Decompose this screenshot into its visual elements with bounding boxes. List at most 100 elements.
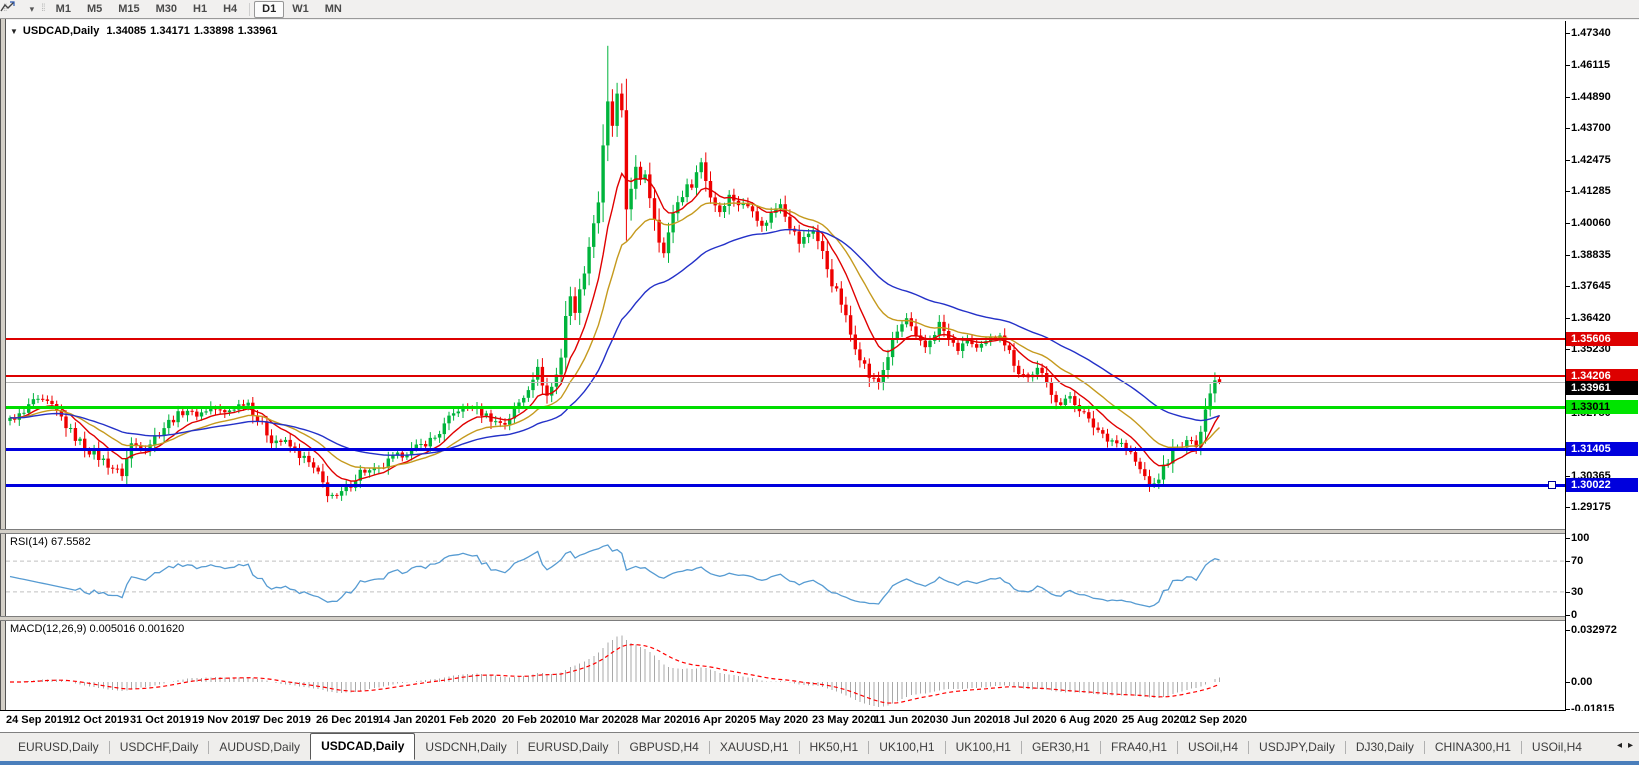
timeframe-toolbar: ⁞⁞ ▾ ⁞⁞ M1 M5 M15 M30 H1 H4 D1 W1 MN (0, 0, 1639, 19)
chart-tab-uk100-h1[interactable]: UK100,H1 (946, 735, 1021, 760)
price-axis-tickmark (1566, 33, 1570, 34)
macd-axis-tickmark (1566, 630, 1570, 631)
rsi-panel[interactable]: RSI(14) 67.5582 (6, 534, 1565, 616)
dropdown-arrow-icon[interactable]: ▾ (30, 4, 35, 15)
chart-tab-uk100-h1[interactable]: UK100,H1 (869, 735, 944, 760)
tab-scroll-arrows: ◂ ▸ (1614, 740, 1636, 751)
date-axis-label: 31 Oct 2019 (130, 714, 192, 726)
chart-tab-eurusd-daily[interactable]: EURUSD,Daily (518, 735, 619, 760)
price-axis-tick: 1.46115 (1571, 58, 1611, 71)
chart-tab-usoil-h4[interactable]: USOil,H4 (1178, 735, 1248, 760)
rsi-axis-tickmark (1566, 591, 1570, 593)
ohlc-open: 1.34085 (106, 25, 147, 37)
tab-scroll-right-button[interactable]: ▸ (1625, 740, 1636, 751)
price-axis[interactable]: 1.47340 1.46115 1.44890 1.43700 1.42475 1.412… (1566, 21, 1639, 715)
chart-tab-audusd-daily[interactable]: AUDUSD,Daily (209, 735, 310, 760)
date-axis-label: 16 Apr 2020 (688, 714, 750, 726)
chart-tab-china300-h1[interactable]: CHINA300,H1 (1425, 735, 1521, 760)
rsi-axis-tick: 100 (1571, 532, 1590, 544)
price-axis-tick: 1.44890 (1571, 90, 1611, 103)
rsi-axis-tick: 70 (1571, 555, 1584, 568)
rsi-axis-tick: 30 (1571, 585, 1584, 598)
current-price-line (6, 382, 1565, 383)
price-level-badge: 1.35606 (1566, 332, 1638, 347)
ohlc-high: 1.34171 (150, 25, 190, 37)
chart-tab-usdcnh-daily[interactable]: USDCNH,Daily (415, 735, 516, 760)
timeframe-button-w1[interactable]: W1 (284, 1, 317, 18)
mt4-chart-window: ⁞⁞ ▾ ⁞⁞ M1 M5 M15 M30 H1 H4 D1 W1 MN ▼ USDCAD,Dai… (0, 0, 1639, 765)
price-axis-tickmark (1566, 64, 1570, 66)
chart-tab-bar: EURUSD,Daily USDCHF,Daily AUDUSD,Daily USDC… (0, 732, 1639, 761)
price-axis-tick: 1.36420 (1571, 312, 1611, 325)
chart-tab-eurusd-daily[interactable]: EURUSD,Daily (8, 735, 109, 760)
price-axis-tickmark (1566, 349, 1570, 351)
chart-tab-hk50-h1[interactable]: HK50,H1 (800, 735, 869, 760)
timeframe-button-m15[interactable]: M15 (110, 1, 147, 18)
horizontal-level-line[interactable] (6, 448, 1565, 451)
date-axis-label: 6 Aug 2020 (1060, 714, 1118, 726)
date-axis-label: 1 Feb 2020 (440, 714, 497, 726)
rsi-axis-tick: 0 (1571, 609, 1578, 621)
macd-axis-tickmark (1566, 709, 1570, 710)
macd-panel[interactable]: MACD(12,26,9) 0.005016 0.001620 (6, 621, 1565, 710)
chart-tab-xauusd-h1[interactable]: XAUUSD,H1 (710, 735, 799, 760)
timeframe-button-h1[interactable]: H1 (185, 1, 215, 18)
chart-tab-usdcad-daily[interactable]: USDCAD,Daily (310, 733, 416, 760)
chart-tab-usoil-h4[interactable]: USOil,H4 (1522, 735, 1592, 760)
horizontal-level-line[interactable] (6, 406, 1565, 409)
date-axis-label: 24 Sep 2019 (6, 714, 69, 726)
chart-tab-ger30-h1[interactable]: GER30,H1 (1022, 735, 1100, 760)
date-axis-label: 26 Dec 2019 (316, 714, 379, 726)
date-axis-label: 18 Jul 2020 (998, 714, 1057, 726)
timeframe-button-d1[interactable]: D1 (254, 0, 285, 18)
toolbar-separator (249, 2, 251, 16)
price-axis-tick: 1.40060 (1571, 217, 1611, 230)
line-handle[interactable] (1548, 481, 1556, 489)
price-axis-tickmark (1566, 128, 1570, 130)
price-axis-tickmark (1566, 286, 1570, 288)
timeframe-buttons: M1 M5 M15 M30 H1 H4 D1 W1 MN (48, 0, 350, 18)
timeframe-button-m5[interactable]: M5 (79, 1, 110, 18)
chart-tab-usdchf-daily[interactable]: USDCHF,Daily (110, 735, 209, 760)
chart-ohlc-header: ▼ USDCAD,Daily 1.34085 1.34171 1.33898 1.339… (10, 25, 281, 37)
date-axis-label: 20 Feb 2020 (502, 714, 565, 726)
ohlc-low: 1.33898 (193, 25, 234, 37)
main-chart-panel[interactable] (6, 21, 1565, 530)
horizontal-level-line[interactable] (6, 375, 1565, 377)
date-axis-label: 10 Mar 2020 (564, 714, 627, 726)
chart-tab-gbpusd-h4[interactable]: GBPUSD,H4 (619, 735, 708, 760)
macd-chart[interactable] (6, 621, 1565, 710)
price-axis-tick: 1.29175 (1571, 501, 1611, 514)
price-axis-tickmark (1566, 507, 1570, 509)
chart-tab-fra40-h1[interactable]: FRA40,H1 (1101, 735, 1177, 760)
date-axis-label: 14 Jan 2020 (378, 714, 440, 726)
toolbar-grip2[interactable]: ⁞⁞ (41, 4, 45, 14)
timeframe-button-m30[interactable]: M30 (148, 1, 185, 18)
macd-label: MACD(12,26,9) 0.005016 0.001620 (10, 623, 185, 635)
date-axis-label: 11 Jun 2020 (874, 714, 936, 726)
current-price-badge: 1.33961 (1566, 381, 1638, 396)
candlestick-chart[interactable] (6, 21, 1565, 529)
price-axis-tickmark (1566, 191, 1570, 193)
rsi-chart[interactable] (6, 534, 1565, 616)
date-axis-label: 12 Sep 2020 (1184, 714, 1247, 726)
date-axis[interactable]: 24 Sep 2019 12 Oct 2019 31 Oct 2019 19 Nov … (0, 711, 1639, 732)
bottom-status-strip (0, 761, 1639, 765)
price-axis-tickmark (1566, 255, 1570, 257)
ohlc-close: 1.33961 (237, 25, 278, 37)
timeframe-button-h4[interactable]: H4 (215, 1, 245, 18)
timeframe-button-m1[interactable]: M1 (48, 1, 79, 18)
date-axis-label: 23 May 2020 (812, 714, 877, 726)
chart-tab-dj30-daily[interactable]: DJ30,Daily (1346, 735, 1424, 760)
chart-tab-usdjpy-daily[interactable]: USDJPY,Daily (1249, 735, 1345, 760)
tab-scroll-left-button[interactable]: ◂ (1614, 740, 1625, 751)
horizontal-level-line[interactable] (6, 338, 1565, 340)
rsi-axis-tickmark (1566, 538, 1570, 539)
chart-mode-icon[interactable] (0, 1, 30, 17)
price-level-badge: 1.30022 (1566, 478, 1638, 493)
timeframe-button-mn[interactable]: MN (317, 1, 350, 18)
horizontal-level-line[interactable] (6, 484, 1565, 487)
price-axis-tick: 1.47340 (1571, 27, 1611, 39)
date-axis-label: 30 Jun 2020 (936, 714, 999, 726)
one-click-trading-arrow-icon[interactable]: ▼ (10, 27, 18, 36)
